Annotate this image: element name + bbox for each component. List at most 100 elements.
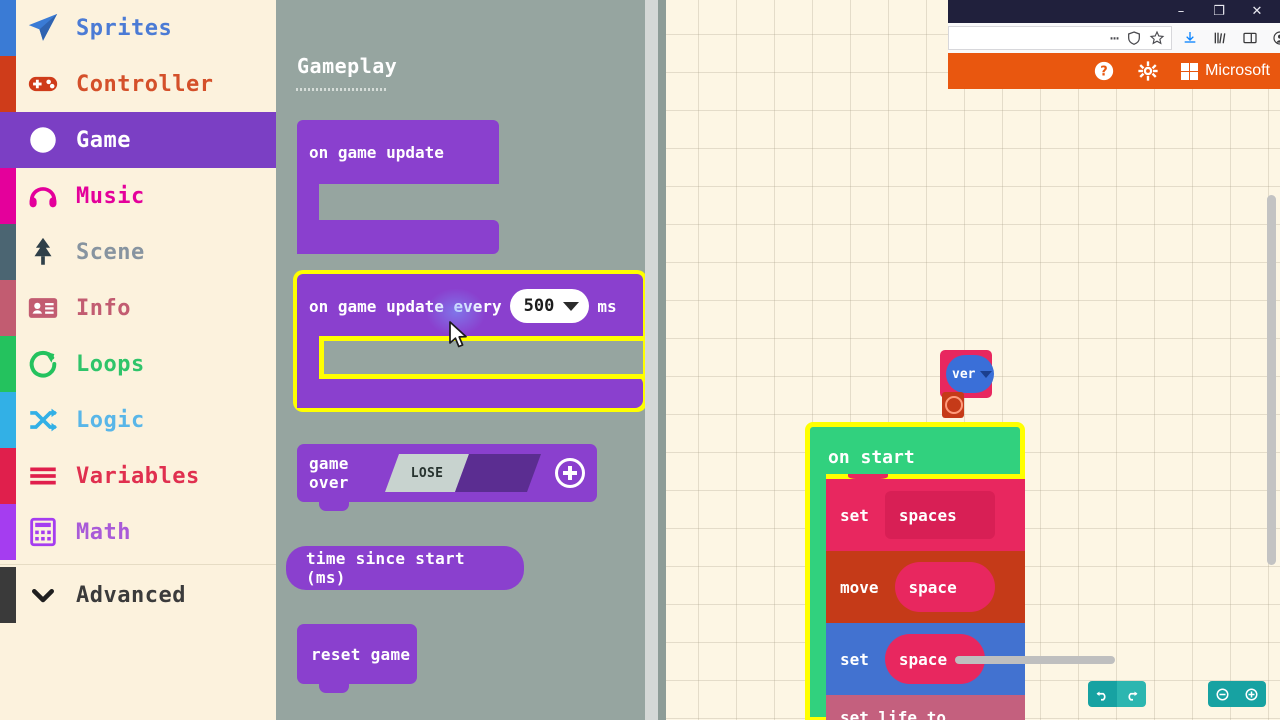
sidebar-item-controller[interactable]: Controller bbox=[0, 56, 276, 112]
id-card-icon bbox=[20, 291, 66, 325]
block-time-since-start[interactable]: time since start (ms) bbox=[286, 546, 524, 590]
lines-icon bbox=[20, 459, 66, 493]
help-icon[interactable]: ? bbox=[1093, 60, 1115, 82]
block-label: on game update bbox=[309, 142, 444, 162]
loop-arrow-icon bbox=[20, 347, 66, 381]
block-label: time since start (ms) bbox=[306, 549, 465, 587]
chevron-down-icon bbox=[563, 301, 580, 311]
chevron-down-icon bbox=[20, 580, 66, 610]
block-on-game-update[interactable]: on game update bbox=[297, 120, 499, 254]
category-color-strip bbox=[0, 336, 16, 392]
on-start-label: on start bbox=[828, 447, 915, 468]
workspace-vertical-scrollbar[interactable] bbox=[1267, 195, 1276, 565]
close-button[interactable]: ✕ bbox=[1238, 0, 1276, 23]
sidebar-item-label: Math bbox=[76, 519, 131, 545]
category-sidebar: Sprites Controller Game Music Scene Info… bbox=[0, 0, 276, 720]
undo-icon bbox=[1096, 691, 1106, 701]
block-label-suffix: ms bbox=[597, 296, 617, 316]
sidebar-item-label: Controller bbox=[76, 71, 214, 97]
sidebar-item-game[interactable]: Game bbox=[0, 112, 276, 168]
circle-icon bbox=[20, 123, 66, 157]
flyout-divider bbox=[296, 88, 386, 91]
zoom-in-button[interactable] bbox=[1237, 681, 1266, 707]
category-color-strip bbox=[0, 168, 16, 224]
game-over-state-field[interactable]: LOSE bbox=[385, 454, 469, 492]
microsoft-squares-icon bbox=[1181, 62, 1199, 80]
workspace-horizontal-scrollbar[interactable] bbox=[955, 656, 1115, 664]
zoom-out-icon bbox=[1216, 688, 1229, 700]
gear-icon[interactable] bbox=[1137, 60, 1159, 82]
account-icon[interactable] bbox=[1272, 30, 1280, 46]
ellipsis-icon[interactable]: ⋯ bbox=[1110, 31, 1119, 46]
redo-icon bbox=[1128, 691, 1138, 701]
sidebar-item-label: Info bbox=[76, 295, 131, 321]
sidebar-item-label: Scene bbox=[76, 239, 145, 265]
sidebar-item-scene[interactable]: Scene bbox=[0, 224, 276, 280]
toolbar-icons bbox=[1172, 23, 1280, 53]
undo-button[interactable] bbox=[1088, 681, 1117, 707]
category-color-strip bbox=[0, 504, 16, 560]
shield-icon[interactable] bbox=[1126, 30, 1142, 46]
interval-dropdown[interactable]: 500 bbox=[509, 289, 590, 323]
paper-plane-icon bbox=[20, 11, 66, 45]
sidebar-item-logic[interactable]: Logic bbox=[0, 392, 276, 448]
category-color-strip bbox=[0, 567, 16, 623]
gamepad-icon bbox=[20, 67, 66, 101]
library-icon[interactable] bbox=[1212, 30, 1228, 46]
sidebar-item-info[interactable]: Info bbox=[0, 280, 276, 336]
minimize-button[interactable]: – bbox=[1162, 0, 1200, 23]
sidebar-item-label: Loops bbox=[76, 351, 145, 377]
microsoft-logo[interactable]: Microsoft bbox=[1181, 62, 1270, 80]
move-keyword: move bbox=[840, 577, 879, 597]
set-keyword: set bbox=[840, 649, 869, 669]
category-color-strip bbox=[0, 448, 16, 504]
headphones-icon bbox=[20, 179, 66, 213]
block-reset-game[interactable]: reset game bbox=[297, 624, 417, 693]
browser-content bbox=[948, 89, 1280, 720]
category-color-strip bbox=[0, 280, 16, 336]
zoom-in-icon bbox=[1245, 688, 1258, 700]
game-over-state-track bbox=[455, 454, 541, 492]
svg-text:?: ? bbox=[1100, 65, 1107, 80]
sidebar-item-label: Variables bbox=[76, 463, 200, 489]
block-label: game over bbox=[309, 454, 349, 492]
sidebar-item-music[interactable]: Music bbox=[0, 168, 276, 224]
tree-icon bbox=[20, 235, 66, 269]
interval-value: 500 bbox=[523, 296, 555, 316]
screen: ver on start set spaces move space set s… bbox=[0, 0, 1280, 720]
sidebar-item-label: Music bbox=[76, 183, 145, 209]
sidebar-item-sprites[interactable]: Sprites bbox=[0, 0, 276, 56]
block-game-over[interactable]: game over LOSE bbox=[297, 444, 597, 511]
category-color-strip bbox=[0, 0, 16, 56]
star-icon[interactable] bbox=[1149, 30, 1165, 46]
sidebar-item-advanced[interactable]: Advanced bbox=[0, 567, 276, 623]
sidebar-item-label: Logic bbox=[76, 407, 145, 433]
download-icon[interactable] bbox=[1182, 30, 1198, 46]
sidebar-item-label: Sprites bbox=[76, 15, 173, 41]
sidebar-icon[interactable] bbox=[1242, 30, 1258, 46]
sidebar-item-label: Advanced bbox=[76, 582, 186, 608]
sidebar-item-loops[interactable]: Loops bbox=[0, 336, 276, 392]
sidebar-item-label: Game bbox=[76, 127, 131, 153]
sidebar-item-math[interactable]: Math bbox=[0, 504, 276, 560]
calculator-icon bbox=[20, 515, 66, 549]
flyout-scrollbar[interactable] bbox=[645, 0, 658, 720]
block-notch bbox=[319, 684, 349, 693]
redo-button[interactable] bbox=[1117, 681, 1146, 707]
category-color-strip bbox=[0, 56, 16, 112]
block-label-prefix: on game update every bbox=[309, 296, 502, 316]
makecode-header: ? Microsoft bbox=[948, 53, 1280, 89]
restore-button[interactable]: ❐ bbox=[1200, 0, 1238, 23]
zoom-out-button[interactable] bbox=[1208, 681, 1237, 707]
browser-toolbar: ⋯ bbox=[948, 23, 1280, 53]
category-color-strip bbox=[0, 224, 16, 280]
flyout-title: Gameplay bbox=[297, 54, 398, 78]
add-parameter-button[interactable] bbox=[555, 458, 585, 488]
zoom-controls bbox=[1208, 681, 1266, 707]
shuffle-icon bbox=[20, 403, 66, 437]
sidebar-item-variables[interactable]: Variables bbox=[0, 448, 276, 504]
block-on-game-update-every[interactable]: on game update every 500 ms bbox=[293, 270, 647, 412]
category-flyout: Gameplay on game update on game update e… bbox=[276, 0, 666, 720]
address-bar[interactable]: ⋯ bbox=[948, 26, 1172, 50]
microsoft-brand-label: Microsoft bbox=[1205, 62, 1270, 79]
